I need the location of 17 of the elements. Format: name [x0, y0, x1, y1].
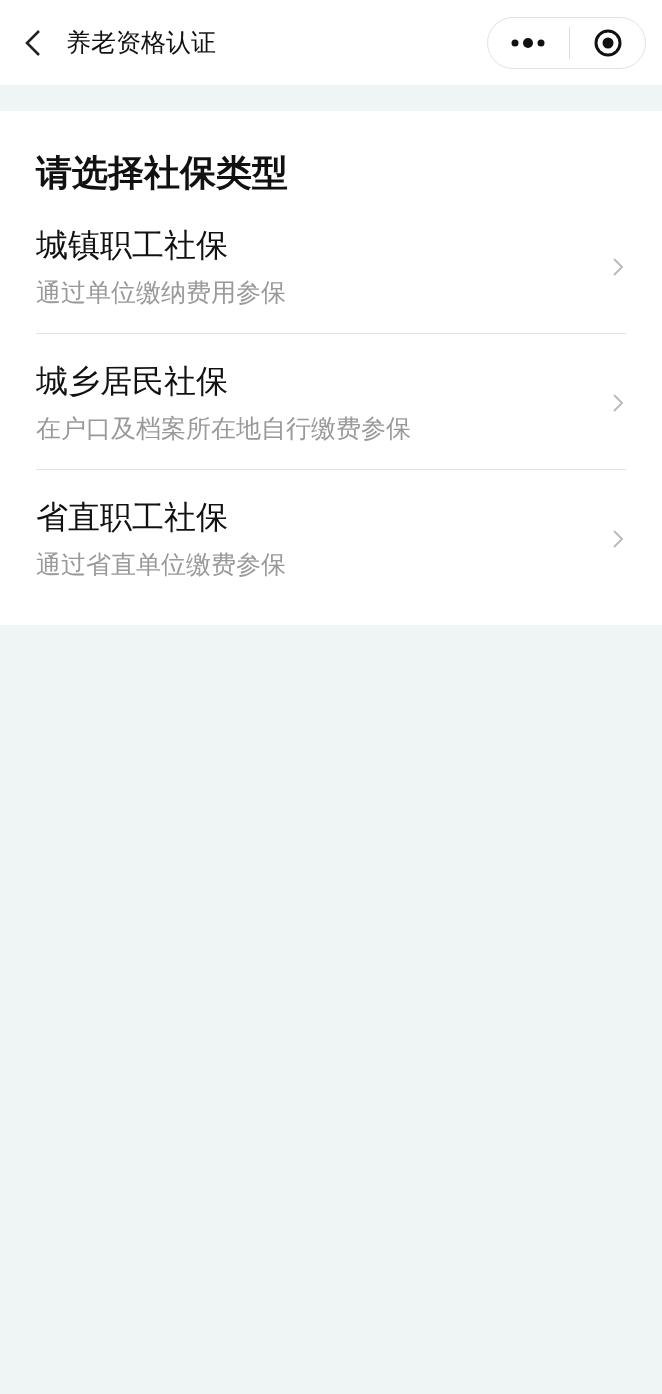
heading: 请选择社保类型 [36, 151, 289, 195]
more-icon[interactable] [509, 36, 546, 49]
option-title: 城乡居民社保 [36, 361, 229, 402]
option-subtitle: 通过单位缴纳费用参保 [36, 277, 287, 309]
option-item[interactable]: 城乡居民社保 在户口及档案所在地自行缴费参保 [36, 348, 626, 470]
chevron-icon [612, 256, 624, 277]
chevron-icon [612, 528, 624, 549]
option-title: 城镇职工社保 [36, 225, 229, 266]
option-subtitle: 在户口及档案所在地自行缴费参保 [36, 413, 412, 445]
back-icon[interactable] [24, 27, 42, 58]
option-subtitle: 通过省直单位缴费参保 [36, 549, 287, 581]
option-item[interactable]: 城镇职工社保 通过单位缴纳费用参保 [36, 212, 626, 334]
option-item[interactable]: 省直职工社保 通过省直单位缴费参保 [36, 484, 626, 605]
chevron-icon [612, 392, 624, 413]
option-title: 省直职工社保 [36, 497, 229, 538]
close-icon[interactable] [593, 27, 624, 58]
nav-title: 养老资格认证 [66, 27, 217, 59]
